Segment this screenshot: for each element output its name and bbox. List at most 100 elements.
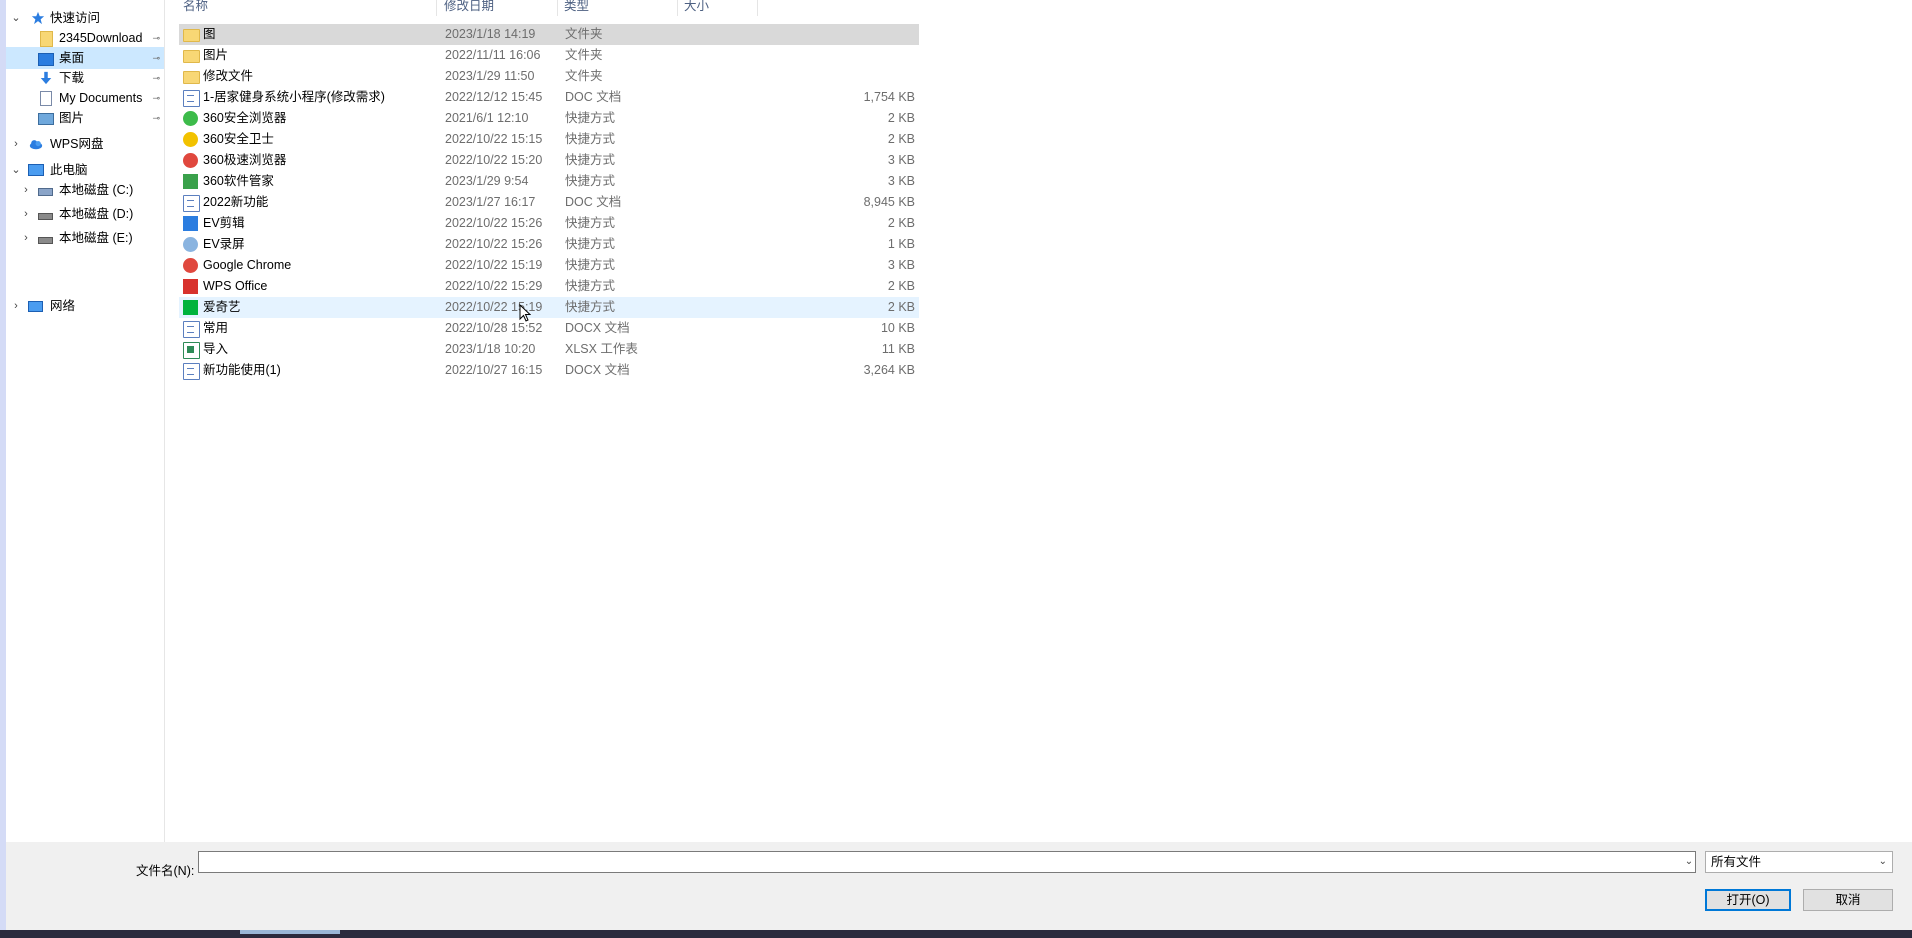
file-list[interactable]: 名称 修改日期 类型 大小 图 2023/1/18 14:19 文件夹图片 2022/… — [165, 0, 1912, 842]
table-row[interactable]: EV剪辑 2022/10/22 15:26 快捷方式 2 KB — [179, 213, 919, 234]
desktop-icon — [38, 53, 54, 66]
file-size: 3,264 KB — [863, 363, 915, 377]
pin-icon: ⊸ — [152, 73, 160, 83]
filename-input[interactable] — [198, 851, 1696, 873]
pin-icon: ⊸ — [152, 113, 160, 123]
file-type: 快捷方式 — [565, 258, 616, 272]
table-row[interactable]: 360极速浏览器 2022/10/22 15:20 快捷方式 3 KB — [179, 150, 919, 171]
file-type: DOCX 文档 — [565, 321, 630, 335]
nav-item-my-documents[interactable]: My Documents ⊸ — [6, 87, 164, 109]
nav-network[interactable]: › 网络 — [6, 295, 164, 317]
file-size: 8,945 KB — [863, 195, 915, 209]
file-name: 新功能使用(1) — [203, 363, 281, 377]
file-date: 2022/10/22 15:19 — [445, 258, 543, 272]
column-header-name[interactable]: 名称 — [183, 0, 208, 14]
nav-item-downloads[interactable]: 下载 ⊸ — [6, 67, 164, 89]
file-date: 2022/12/12 15:45 — [445, 90, 543, 104]
file-name: EV录屏 — [203, 237, 245, 251]
table-row[interactable]: 360软件管家 2023/1/29 9:54 快捷方式 3 KB — [179, 171, 919, 192]
file-size: 2 KB — [887, 300, 915, 314]
column-divider[interactable] — [557, 0, 558, 16]
file-type-select[interactable]: 所有文件 ⌄ — [1705, 851, 1893, 873]
pin-icon: ⊸ — [152, 33, 160, 43]
file-size: 2 KB — [887, 216, 915, 230]
chevron-right-icon[interactable]: › — [10, 133, 22, 155]
nav-label: 下载 — [59, 71, 85, 85]
folder-icon — [183, 29, 200, 42]
nav-item-pictures[interactable]: 图片 ⊸ — [6, 107, 164, 129]
nav-item-2345download[interactable]: 2345Download ⊸ — [6, 27, 164, 49]
pin-icon: ⊸ — [152, 93, 160, 103]
chevron-right-icon[interactable]: › — [10, 295, 22, 317]
table-row[interactable]: 导入 2023/1/18 10:20 XLSX 工作表 11 KB — [179, 339, 919, 360]
nav-label: 本地磁盘 (D:) — [59, 207, 134, 221]
file-date: 2022/10/22 15:15 — [445, 132, 543, 146]
file-date: 2022/10/22 15:26 — [445, 237, 543, 251]
column-header-type[interactable]: 类型 — [564, 0, 589, 14]
wps-icon — [183, 279, 198, 294]
chevron-right-icon[interactable]: › — [20, 179, 32, 201]
file-name: Google Chrome — [203, 258, 292, 272]
file-name: 图片 — [203, 48, 229, 62]
doc-icon — [183, 195, 200, 212]
chevron-down-icon[interactable]: ⌄ — [10, 7, 22, 29]
chevron-right-icon[interactable]: › — [20, 227, 32, 249]
nav-quick-access[interactable]: ⌄ 快速访问 — [6, 7, 164, 29]
file-date: 2023/1/27 16:17 — [445, 195, 536, 209]
file-size: 3 KB — [887, 153, 915, 167]
download-arrow-icon — [40, 71, 52, 85]
nav-drive-c[interactable]: › 本地磁盘 (C:) — [6, 179, 164, 201]
nav-item-desktop[interactable]: 桌面 ⊸ — [6, 47, 164, 69]
table-row[interactable]: 图片 2022/11/11 16:06 文件夹 — [179, 45, 919, 66]
file-size: 2 KB — [887, 111, 915, 125]
column-header-size[interactable]: 大小 — [684, 0, 709, 14]
iqiyi-icon — [183, 300, 198, 315]
navigation-pane[interactable]: ⌄ 快速访问 2345Download ⊸ 桌面 ⊸ 下载 ⊸ My Docum… — [6, 0, 165, 842]
file-type: 快捷方式 — [565, 237, 616, 251]
column-divider[interactable] — [436, 0, 437, 16]
file-date: 2022/11/11 16:06 — [445, 48, 541, 62]
nav-label: 本地磁盘 (C:) — [59, 183, 134, 197]
nav-wps-cloud[interactable]: › WPS网盘 — [6, 133, 164, 155]
chevron-down-icon[interactable]: ⌄ — [1681, 851, 1697, 873]
table-row[interactable]: 常用 2022/10/28 15:52 DOCX 文档 10 KB — [179, 318, 919, 339]
nav-this-pc[interactable]: ⌄ 此电脑 — [6, 159, 164, 181]
table-row[interactable]: 360安全卫士 2022/10/22 15:15 快捷方式 2 KB — [179, 129, 919, 150]
network-icon — [28, 301, 43, 312]
table-row[interactable]: Google Chrome 2022/10/22 15:19 快捷方式 3 KB — [179, 255, 919, 276]
table-row[interactable]: 修改文件 2023/1/29 11:50 文件夹 — [179, 66, 919, 87]
file-type: 文件夹 — [565, 27, 603, 41]
file-date: 2021/6/1 12:10 — [445, 111, 529, 125]
nav-drive-d[interactable]: › 本地磁盘 (D:) — [6, 203, 164, 225]
docx-icon — [183, 321, 200, 338]
table-row[interactable]: WPS Office 2022/10/22 15:29 快捷方式 2 KB — [179, 276, 919, 297]
file-date: 2022/10/22 15:29 — [445, 279, 543, 293]
file-size: 3 KB — [887, 258, 915, 272]
table-row[interactable]: 新功能使用(1) 2022/10/27 16:15 DOCX 文档 3,264 KB — [179, 360, 919, 381]
cancel-button[interactable]: 取消 — [1803, 889, 1893, 911]
nav-drive-e[interactable]: › 本地磁盘 (E:) — [6, 227, 164, 249]
file-size: 1 KB — [887, 237, 915, 251]
table-row[interactable]: EV录屏 2022/10/22 15:26 快捷方式 1 KB — [179, 234, 919, 255]
taskbar-item[interactable] — [240, 930, 340, 934]
table-row[interactable]: 爱奇艺 2022/10/22 15:19 快捷方式 2 KB — [179, 297, 919, 318]
ev-record-icon — [183, 237, 198, 252]
file-name: 360极速浏览器 — [203, 153, 287, 167]
open-button[interactable]: 打开(O) — [1705, 889, 1791, 911]
table-row[interactable]: 2022新功能 2023/1/27 16:17 DOC 文档 8,945 KB — [179, 192, 919, 213]
table-row[interactable]: 1-居家健身系统小程序(修改需求) 2022/12/12 15:45 DOC 文档 1… — [179, 87, 919, 108]
file-type: 快捷方式 — [565, 279, 616, 293]
column-header-date[interactable]: 修改日期 — [444, 0, 494, 14]
column-divider[interactable] — [677, 0, 678, 16]
chevron-right-icon[interactable]: › — [20, 203, 32, 225]
table-row[interactable]: 360安全浏览器 2021/6/1 12:10 快捷方式 2 KB — [179, 108, 919, 129]
chevron-down-icon[interactable]: ⌄ — [10, 159, 22, 181]
chevron-down-icon: ⌄ — [1878, 856, 1887, 867]
file-size: 2 KB — [887, 279, 915, 293]
drive-icon — [38, 237, 53, 244]
column-divider[interactable] — [757, 0, 758, 16]
star-icon — [31, 11, 45, 25]
cloud-icon — [29, 140, 43, 150]
drive-icon — [38, 213, 53, 220]
table-row[interactable]: 图 2023/1/18 14:19 文件夹 — [179, 24, 919, 45]
